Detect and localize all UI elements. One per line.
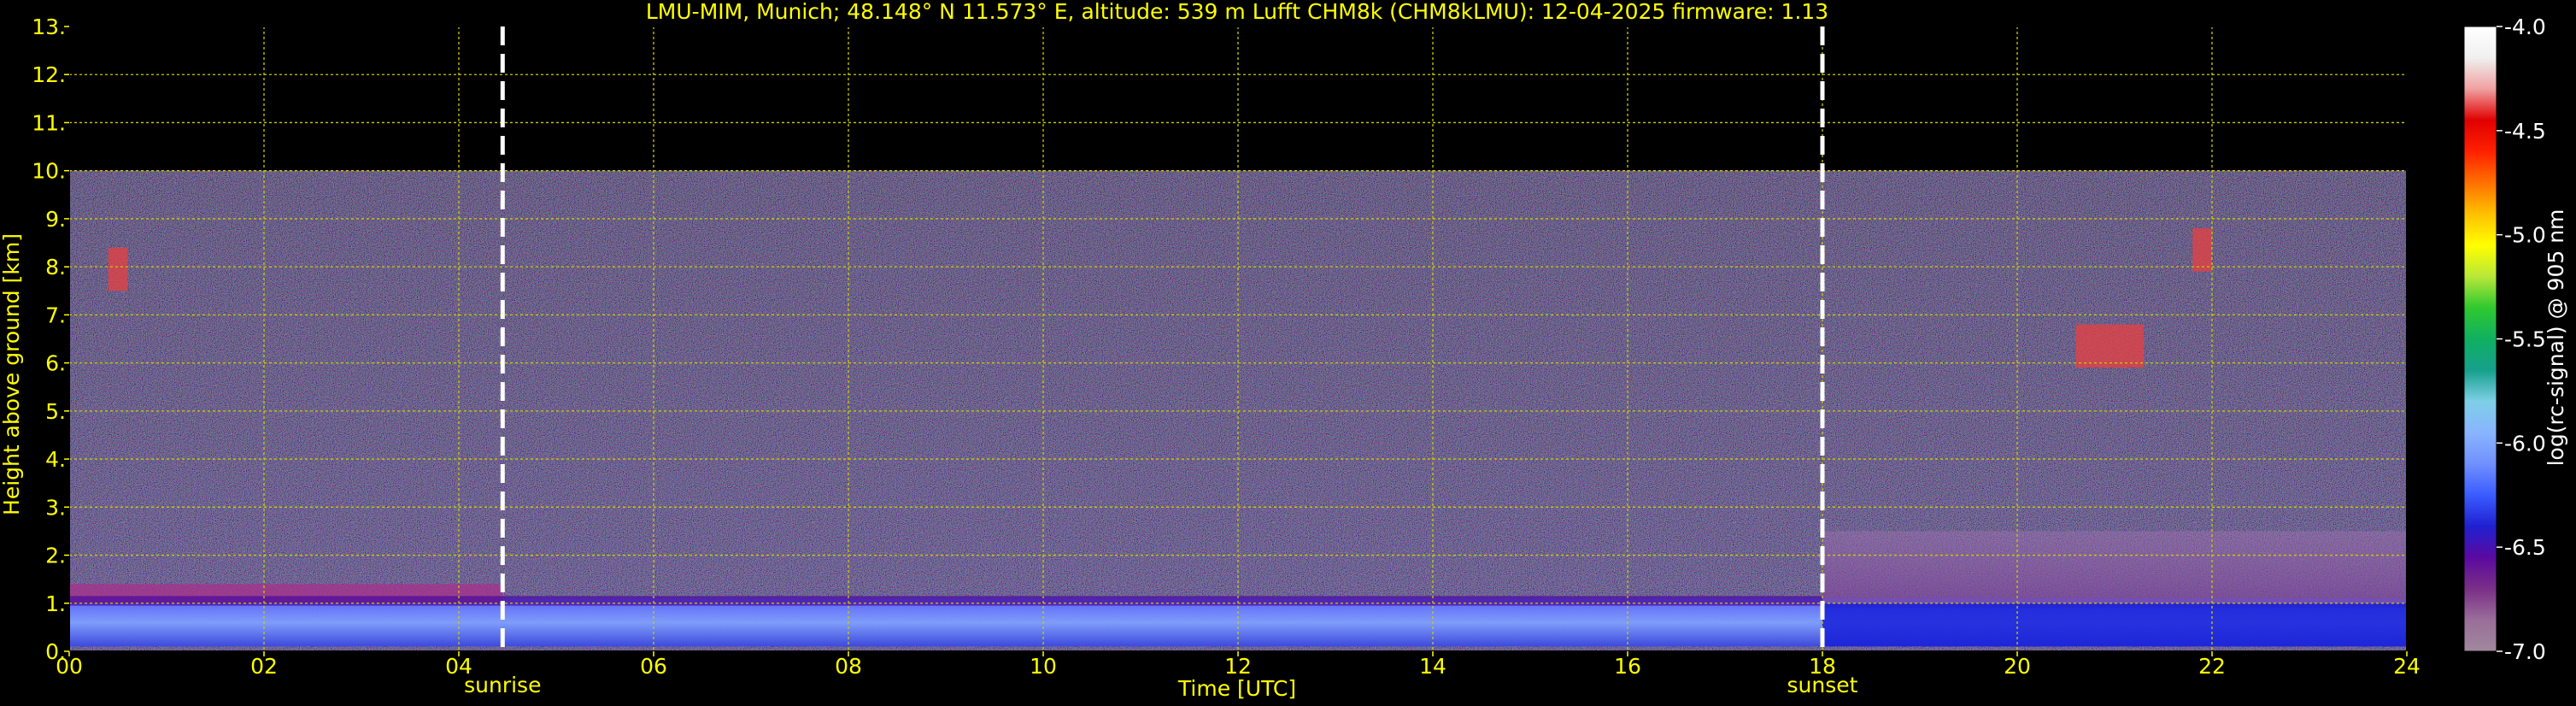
x-tick-label: 14 [1419,654,1446,679]
ceilometer-chart: sunrise sunset 00 02 04 06 08 10 12 14 16 18 20 22 24… [0,0,2568,701]
colorbar-tick-label: -5.5 [2504,327,2546,352]
x-tick-label: 20 [2004,654,2031,679]
colorbar-label: log(rc-signal) @ 905 nm [2544,209,2568,467]
bl-top-edge [69,596,1822,606]
feature-evening-residual-layer-2 [1822,531,2407,609]
x-tick-label: 04 [445,654,472,679]
x-axis-label: Time [UTC] [1177,676,1296,701]
x-tick-label: 16 [1614,654,1641,679]
x-tick-label: 08 [835,654,862,679]
y-tick-label: 4. [45,447,66,472]
x-tick-label: 18 [1809,654,1836,679]
colorbar-tick-label: -6.5 [2504,535,2546,560]
colorbar-tick-label: -5.0 [2504,223,2546,248]
evening-bl-core [1822,603,2407,647]
colorbar-tick-label: -4.0 [2504,15,2546,39]
y-axis-label: Height above ground [km] [0,233,24,515]
colorbar-tick-label: -6.0 [2504,431,2546,456]
y-tick-label: 8. [45,255,66,279]
y-tick-label: 2. [45,544,66,568]
x-tick-label: 24 [2393,654,2421,679]
feature-cirrus-3 [108,247,128,291]
y-tick-label: 5. [45,399,66,424]
y-tick-label: 11. [32,110,66,135]
y-tick-label: 9. [45,207,66,232]
colorbar-scale [2463,26,2497,652]
feature-cirrus-4 [2075,324,2145,368]
x-tick-label: 12 [1224,654,1252,679]
x-tick-label: 10 [1030,654,1057,679]
x-tick-label: 02 [250,654,278,679]
feature-cirrus-5 [2192,228,2212,272]
sunrise-label: sunrise [464,673,541,697]
x-tick-label: 06 [640,654,667,679]
y-tick-label: 6. [45,351,66,376]
x-tick-label: 22 [2198,654,2226,679]
y-tick-label: 12. [32,62,66,87]
y-tick-label: 0. [45,639,66,664]
y-tick-label: 7. [45,303,66,327]
y-tick-label: 10. [32,159,66,184]
y-tick-label: 13. [32,15,66,39]
y-tick-label: 3. [45,495,66,520]
colorbar-tick-label: -7.0 [2504,639,2546,664]
chart-title: LMU-MIM, Munich; 48.148° N 11.573° E, al… [646,0,1828,24]
colorbar-tick-label: -4.5 [2504,119,2546,144]
y-tick-label: 1. [45,591,66,616]
colorbar: -4.0 -4.5 -5.0 -5.5 -6.0 -6.5 -7.0 [2463,15,2546,664]
